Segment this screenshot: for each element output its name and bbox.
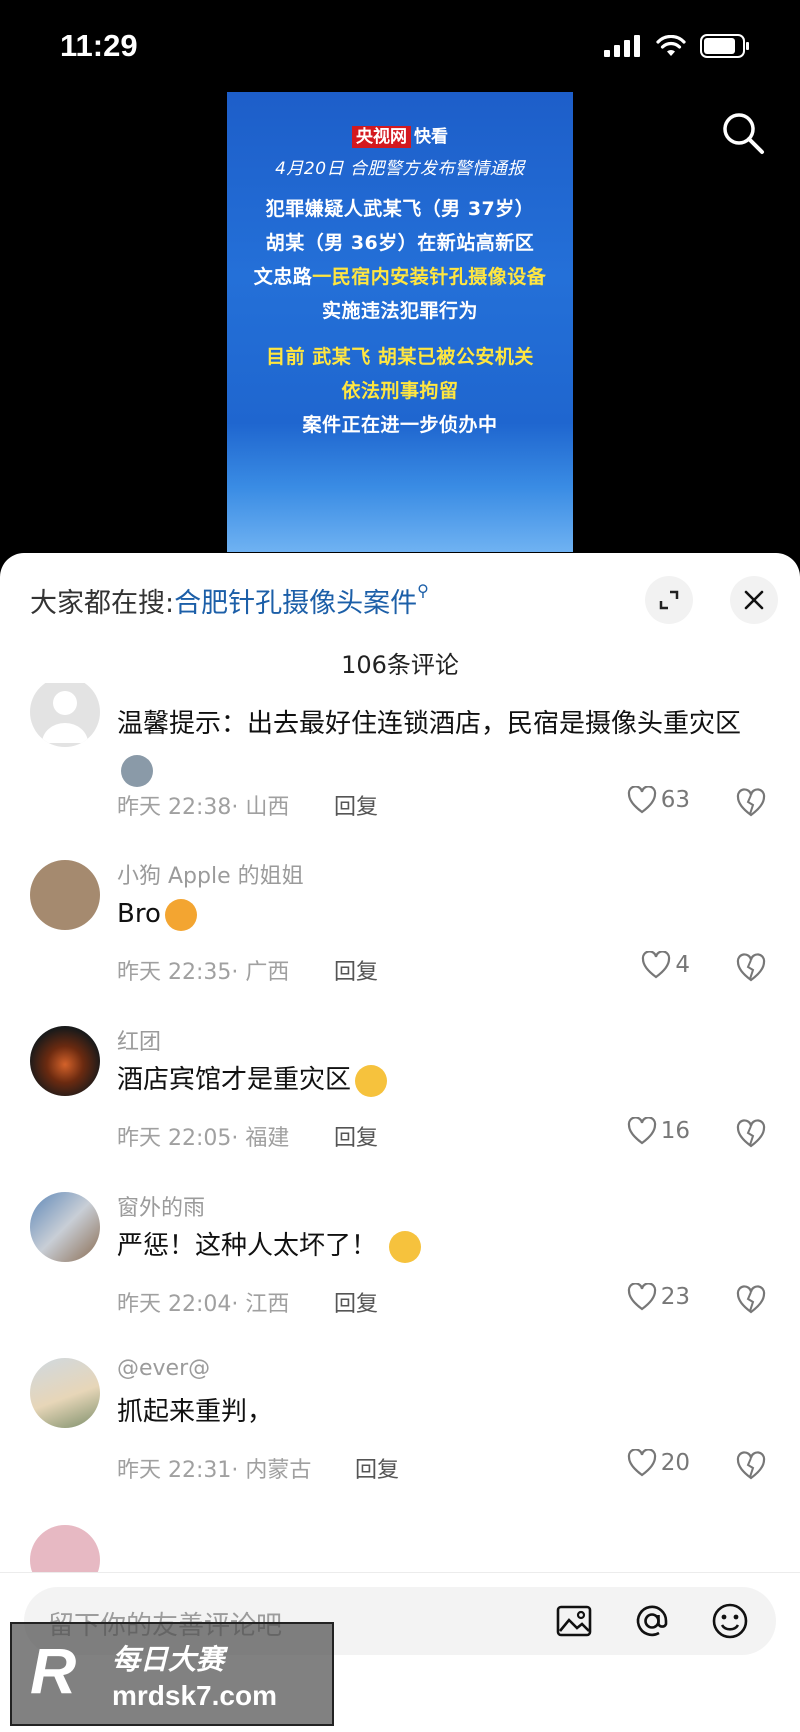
comment-item: @ever@ 抓起来重判， 昨天 22:31· 内蒙古 回复 20 [0,1356,800,1521]
like-count: 16 [660,1118,690,1144]
reply-button[interactable]: 回复 [355,1452,399,1484]
like-button[interactable]: 20 [627,1449,690,1477]
sheet-header: 大家都在搜:合肥针孔摄像头案件⚲ 106条评论 [0,553,800,683]
like-count: 23 [660,1284,690,1310]
comment-count: 106条评论 [341,651,459,679]
watermark-logo: R [30,1635,77,1707]
video-player[interactable]: 央视网 快看 4月20日 合肥警方发布警情通报 犯罪嫌疑人武某飞（男 37岁） 胡… [0,90,800,555]
dislike-broken-heart-icon[interactable] [736,1451,766,1481]
comment-text: 严惩！这种人太坏了！ [117,1223,767,1269]
small-search-icon: ⚲ [417,581,429,600]
reply-button[interactable]: 回复 [334,789,378,821]
avatar[interactable] [30,683,100,747]
image-icon[interactable] [554,1601,594,1641]
comment-text: 抓起来重判， [117,1397,274,1427]
video-line-2: 胡某（男 36岁）在新站高新区 [265,232,535,254]
comment-author[interactable]: 小狗 Apple 的姐姐 [117,858,304,890]
like-count: 63 [660,787,690,813]
video-line-6: 依法刑事拘留 [341,380,459,402]
avatar[interactable] [30,1358,100,1428]
watermark: R 每日大赛 mrdsk7.com [10,1622,334,1726]
brand-suffix: 快看 [414,127,448,147]
cellular-signal-icon [604,35,640,57]
heart-icon [642,951,671,979]
status-icons [604,34,750,58]
video-logo: 央视网 快看 [227,122,573,148]
comment-meta: 昨天 22:05· 福建 [117,1126,290,1151]
like-button[interactable]: 16 [627,1117,690,1145]
like-button[interactable]: 4 [641,951,690,979]
dislike-broken-heart-icon[interactable] [736,788,766,818]
status-bar: 11:29 [0,0,800,90]
avatar[interactable] [30,1192,100,1262]
dislike-broken-heart-icon[interactable] [736,1119,766,1149]
comment-author[interactable]: @ever@ [117,1356,210,1381]
mention-icon[interactable] [632,1601,672,1641]
comment-item: 温馨提示：出去最好住连锁酒店，民宿是摄像头重灾区 昨天 22:38· 山西 回复… [0,683,800,858]
video-line-7: 案件正在进一步侦办中 [302,414,498,436]
sunglasses-emoji-icon [389,1230,422,1263]
comment-item: 窗外的雨 严惩！这种人太坏了！ 昨天 22:04· 江西 回复 23 [0,1190,800,1355]
close-button[interactable] [730,576,778,624]
hot-search-link[interactable]: 合肥针孔摄像头案件 [174,588,417,619]
status-time: 11:29 [60,28,138,63]
like-button[interactable]: 23 [627,1283,690,1311]
video-line-5: 目前 武某飞 胡某已被公安机关 [266,346,534,368]
hot-search-prefix: 大家都在搜: [30,588,175,619]
wifi-icon [656,35,686,56]
reply-button[interactable]: 回复 [334,954,378,986]
expand-icon [659,590,679,610]
heart-icon [627,1283,656,1311]
comments-list[interactable]: 温馨提示：出去最好住连锁酒店，民宿是摄像头重灾区 昨天 22:38· 山西 回复… [0,683,800,1633]
dislike-broken-heart-icon[interactable] [736,1285,766,1315]
watermark-url: mrdsk7.com [112,1680,277,1711]
video-subtitle: 4月20日 合肥警方发布警情通报 [275,159,525,179]
video-line-3-white: 文忠路 [253,266,313,288]
comment-meta: 昨天 22:38· 山西 [117,795,290,820]
comments-sheet: 大家都在搜:合肥针孔摄像头案件⚲ 106条评论 温馨提示：出去最好住连锁酒店，民… [0,553,800,1731]
video-line-1: 犯罪嫌疑人武某飞（男 37岁） [265,198,535,220]
comment-text: 温馨提示：出去最好住连锁酒店，民宿是摄像头重灾区 [117,701,767,793]
brand-label: 央视网 [352,126,411,148]
search-button[interactable] [718,108,768,158]
comment-meta: 昨天 22:04· 江西 [117,1292,290,1317]
comment-meta: 昨天 22:35· 广西 [117,960,290,985]
reply-button[interactable]: 回复 [334,1286,378,1318]
search-icon [723,113,764,154]
comment-author[interactable]: 窗外的雨 [117,1190,205,1222]
laugh-emoji-icon [355,1064,388,1097]
video-line-3: 文忠路一民宿内安装针孔摄像设备 [227,262,573,289]
emoji-icon[interactable] [710,1601,750,1641]
comment-meta: 昨天 22:31· 内蒙古 [117,1458,312,1483]
comment-text: Bro [117,891,767,937]
comment-item: 红团 酒店宾馆才是重灾区 昨天 22:05· 福建 回复 16 [0,1024,800,1189]
battery-icon [700,34,749,58]
hot-search[interactable]: 大家都在搜:合肥针孔摄像头案件⚲ [30,581,429,620]
comment-text: 酒店宾馆才是重灾区 [117,1057,767,1103]
watermark-name: 每日大赛 [112,1643,225,1676]
like-count: 20 [660,1450,690,1476]
comment-author[interactable]: 红团 [117,1024,161,1056]
video-frame: 央视网 快看 4月20日 合肥警方发布警情通报 犯罪嫌疑人武某飞（男 37岁） 胡… [227,92,573,552]
husky-emoji-icon [121,754,153,787]
video-line-4: 实施违法犯罪行为 [321,300,478,322]
avatar[interactable] [30,860,100,930]
video-line-3-yellow: 一民宿内安装针孔摄像设备 [312,266,547,288]
close-icon [744,590,764,610]
like-count: 4 [675,952,690,978]
heart-icon [627,786,656,814]
heart-icon [627,1117,656,1145]
avatar[interactable] [30,1026,100,1096]
like-button[interactable]: 63 [627,786,690,814]
comment-item: 小狗 Apple 的姐姐 Bro 昨天 22:35· 广西 回复 4 [0,858,800,1023]
expand-button[interactable] [645,576,693,624]
thumbs-up-emoji-icon [164,898,197,931]
reply-button[interactable]: 回复 [334,1120,378,1152]
heart-icon [627,1449,656,1477]
dislike-broken-heart-icon[interactable] [736,953,766,983]
